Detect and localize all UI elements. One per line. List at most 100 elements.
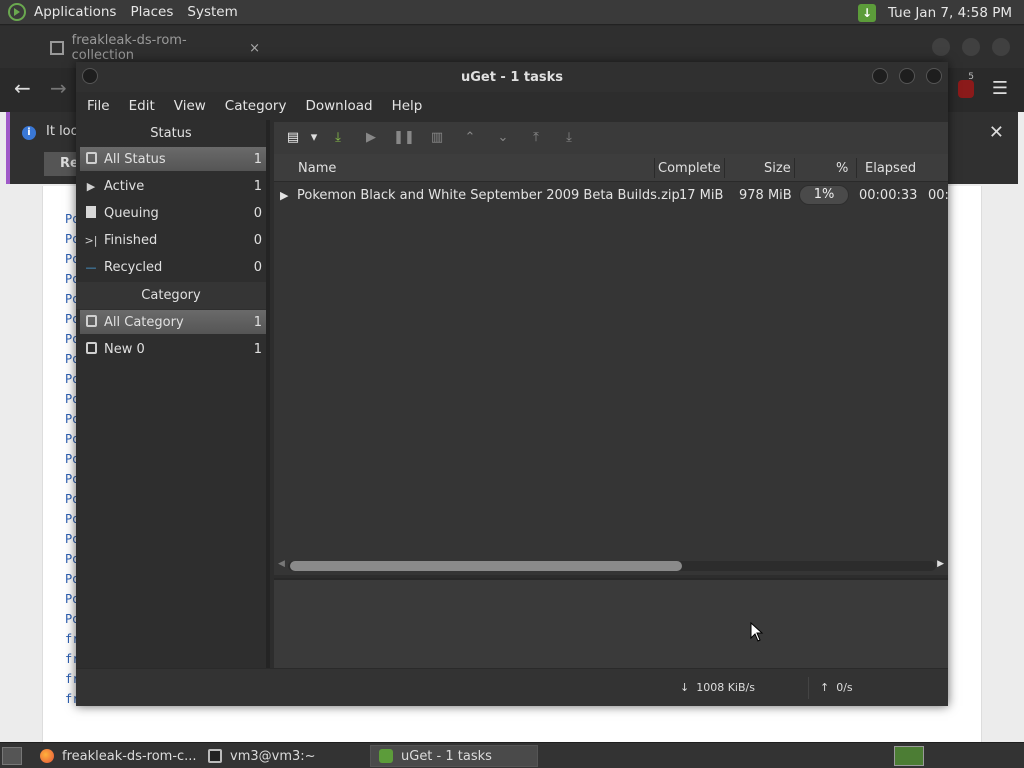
sidebar-item-finished[interactable]: >| Finished 0 <box>80 228 266 252</box>
properties-icon[interactable]: ▥ <box>426 127 448 149</box>
browser-tab[interactable]: freakleak-ds-rom-collection × <box>50 32 260 64</box>
download-speed-value: 1008 KiB/s <box>696 681 755 694</box>
download-icon[interactable]: ⤓ <box>327 127 349 149</box>
close-button[interactable] <box>926 68 942 84</box>
scroll-right-icon[interactable]: ▶ <box>937 559 944 569</box>
column-elapsed[interactable]: Elapsed <box>865 161 916 176</box>
task-overflow-cell: 00: <box>928 188 948 203</box>
uget-tray-icon[interactable]: ↓ <box>857 3 876 22</box>
sidebar-item-label: Queuing <box>104 205 159 221</box>
move-up-icon[interactable]: ⌃ <box>459 127 481 149</box>
uget-icon <box>379 749 393 763</box>
task-list-header: Name Complete Size % Elapsed <box>274 154 948 182</box>
taskbar-item-label: vm3@vm3:~ <box>230 748 316 764</box>
horizontal-scrollbar[interactable]: ◀ ▶ <box>274 557 948 575</box>
upload-speed-value: 0/s <box>836 681 853 694</box>
move-top-icon[interactable]: ⤒ <box>525 127 547 149</box>
progress-bar: 1% <box>799 185 849 205</box>
sidebar: Status All Status 1 ▶ Active 1 Queuing 0… <box>76 120 270 668</box>
back-arrow-icon[interactable]: ← <box>14 76 31 100</box>
close-button[interactable] <box>992 38 1010 56</box>
expander-icon[interactable]: ▶ <box>280 189 288 202</box>
chevron-down-icon[interactable]: ▾ <box>307 127 321 149</box>
taskbar-item-firefox[interactable]: freakleak-ds-rom-c... <box>32 745 200 767</box>
column-name[interactable]: Name <box>298 161 336 176</box>
forward-arrow-icon[interactable]: → <box>50 76 67 100</box>
sidebar-item-label: Finished <box>104 232 158 248</box>
top-panel: Applications Places System ↓ Tue Jan 7, … <box>0 0 1024 25</box>
sidebar-item-label: Recycled <box>104 259 163 275</box>
menu-places[interactable]: Places <box>130 4 173 20</box>
close-icon[interactable]: ✕ <box>989 122 1004 143</box>
column-size[interactable]: Size <box>764 161 791 176</box>
table-row[interactable]: ▶ Pokemon Black and White September 2009… <box>274 182 948 210</box>
play-icon: ▶ <box>86 179 96 193</box>
sidebar-item-queuing[interactable]: Queuing 0 <box>80 201 266 225</box>
sidebar-item-recycled[interactable]: — Recycled 0 <box>80 255 266 279</box>
sidebar-item-new-0[interactable]: New 0 1 <box>80 337 266 361</box>
window-title: uGet - 1 tasks <box>460 70 564 85</box>
category-icon <box>84 314 98 330</box>
info-icon: i <box>22 126 36 140</box>
sidebar-item-label: All Status <box>104 151 166 167</box>
column-percent[interactable]: % <box>836 161 848 176</box>
all-status-icon <box>84 151 98 167</box>
taskbar-item-label: uGet - 1 tasks <box>401 748 492 764</box>
column-complete[interactable]: Complete <box>658 161 721 176</box>
download-speed: ↓ 1008 KiB/s <box>680 681 755 694</box>
category-header: Category <box>76 282 266 309</box>
menu-file[interactable]: File <box>87 98 110 114</box>
clock[interactable]: Tue Jan 7, 4:58 PM <box>888 5 1012 21</box>
minimize-button[interactable] <box>932 38 950 56</box>
sidebar-item-count: 1 <box>253 151 262 167</box>
status-header: Status <box>150 126 192 141</box>
menu-edit[interactable]: Edit <box>129 98 155 114</box>
move-down-icon[interactable]: ⌄ <box>492 127 514 149</box>
menu-category[interactable]: Category <box>225 98 287 114</box>
addon-badge: 5 <box>968 72 974 82</box>
sidebar-item-count: 0 <box>253 232 262 248</box>
scroll-left-icon[interactable]: ◀ <box>278 559 285 569</box>
play-icon[interactable]: ▶ <box>360 127 382 149</box>
task-name: Pokemon Black and White September 2009 B… <box>297 188 680 203</box>
taskbar-item-label: freakleak-ds-rom-c... <box>62 748 197 764</box>
sidebar-item-count: 0 <box>253 205 262 221</box>
menu-applications[interactable]: Applications <box>34 4 116 20</box>
menu-view[interactable]: View <box>174 98 206 114</box>
show-desktop-button[interactable] <box>2 747 22 765</box>
menu-download[interactable]: Download <box>305 98 372 114</box>
task-elapsed: 00:00:33 <box>859 188 918 203</box>
minimize-button[interactable] <box>872 68 888 84</box>
taskbar-item-terminal[interactable]: vm3@vm3:~ <box>200 745 368 767</box>
sidebar-item-label: Active <box>104 178 145 194</box>
workspace-switcher[interactable] <box>894 746 924 766</box>
status-bar: ↓ 1008 KiB/s ↑ 0/s <box>76 668 948 706</box>
uget-titlebar[interactable]: uGet - 1 tasks <box>76 62 948 92</box>
firefox-icon <box>40 749 54 763</box>
pause-icon[interactable]: ❚❚ <box>393 127 415 149</box>
browser-window-controls <box>920 38 1010 56</box>
menu-bar: File Edit View Category Download Help <box>76 92 948 120</box>
task-list[interactable]: Name Complete Size % Elapsed ▶ Pokemon B… <box>274 154 948 574</box>
maximize-button[interactable] <box>962 38 980 56</box>
sidebar-item-all-category[interactable]: All Category 1 <box>80 310 266 334</box>
menu-system[interactable]: System <box>187 4 237 20</box>
sidebar-item-all-status[interactable]: All Status 1 <box>80 147 266 171</box>
move-bottom-icon[interactable]: ⤓ <box>558 127 580 149</box>
close-icon[interactable]: × <box>249 41 260 56</box>
sidebar-item-count: 1 <box>253 178 262 194</box>
scroll-thumb[interactable] <box>290 561 682 571</box>
sidebar-item-count: 0 <box>253 259 262 275</box>
ublock-icon[interactable] <box>958 80 974 98</box>
hamburger-menu-icon[interactable]: ☰ <box>992 78 1008 99</box>
finished-icon: >| <box>84 233 98 247</box>
maximize-button[interactable] <box>899 68 915 84</box>
document-icon <box>84 205 98 221</box>
sidebar-item-label: All Category <box>104 314 184 330</box>
menu-help[interactable]: Help <box>392 98 423 114</box>
taskbar-item-uget[interactable]: uGet - 1 tasks <box>370 745 538 767</box>
sidebar-item-active[interactable]: ▶ Active 1 <box>80 174 266 198</box>
new-download-icon[interactable]: ▤ <box>282 127 304 149</box>
distro-logo-icon[interactable] <box>8 3 26 21</box>
sidebar-item-label: New 0 <box>104 341 145 357</box>
